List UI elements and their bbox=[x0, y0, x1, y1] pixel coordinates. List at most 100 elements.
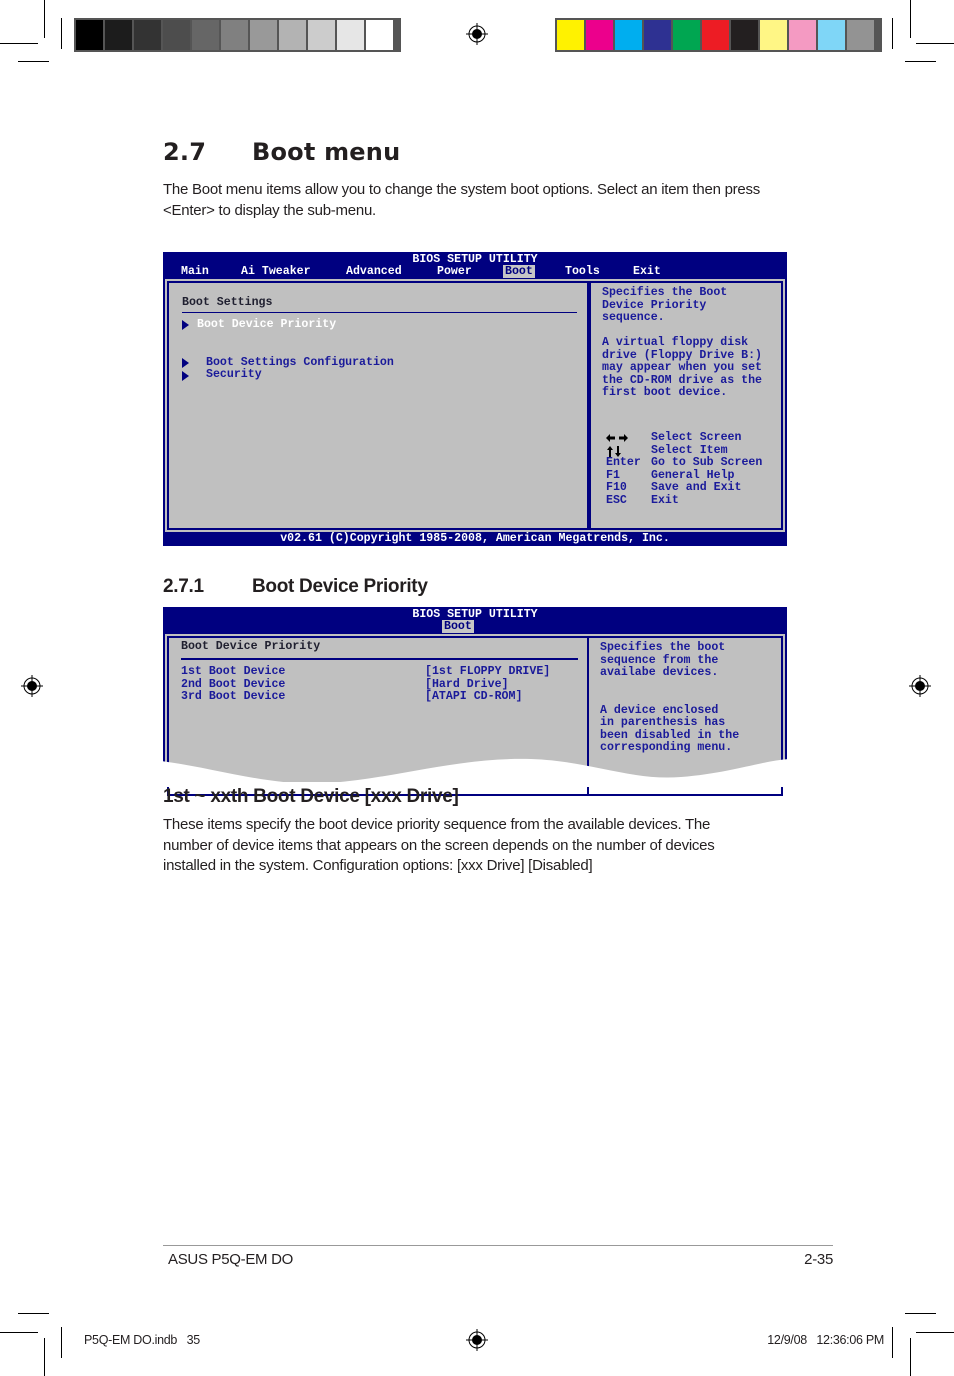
crop-mark bbox=[0, 43, 38, 44]
key-action-select-screen: Select Screen bbox=[651, 431, 742, 444]
footer-page-number: 2-35 bbox=[804, 1251, 833, 1268]
bios-menu-boot[interactable]: Boot bbox=[503, 265, 535, 278]
key-label-esc: ESC bbox=[606, 493, 627, 507]
bios-copyright-bar: v02.61 (C)Copyright 1985-2008, American … bbox=[163, 532, 787, 546]
boot-device-value-1st[interactable]: [1st FLOPPY DRIVE] bbox=[425, 665, 550, 679]
section-number: 2.7 bbox=[163, 138, 207, 166]
crop-mark bbox=[44, 1338, 45, 1376]
bios-menu-power[interactable]: Power bbox=[437, 265, 472, 278]
gray-swatch bbox=[221, 20, 248, 50]
crop-mark bbox=[0, 1332, 38, 1333]
bios-menu-boot[interactable]: Boot bbox=[442, 620, 474, 633]
footer-product: ASUS P5Q-EM DO bbox=[168, 1251, 293, 1268]
color-swatch bbox=[818, 20, 845, 50]
registration-mark-icon bbox=[466, 23, 488, 45]
section-intro: The Boot menu items allow you to change … bbox=[163, 181, 761, 219]
crop-mark bbox=[61, 1327, 62, 1358]
crop-mark bbox=[18, 1313, 49, 1314]
bios-group-heading: Boot Device Priority bbox=[181, 640, 321, 653]
bios-item-boot-device-priority[interactable]: Boot Device Priority bbox=[197, 318, 336, 332]
color-swatch bbox=[731, 20, 758, 50]
bios-menu-bar: Boot bbox=[163, 620, 787, 633]
registration-mark-icon bbox=[466, 1329, 488, 1351]
crop-mark bbox=[905, 61, 936, 62]
bios-menu-tools[interactable]: Tools bbox=[565, 265, 600, 278]
key-action-go-to-sub-screen: Go to Sub Screen bbox=[651, 456, 763, 469]
subsection-title: 2.7.1 Boot Device Priority bbox=[163, 576, 428, 598]
cmyk-color-bar bbox=[555, 18, 882, 52]
item-body: These items specify the boot device prio… bbox=[163, 816, 715, 874]
boot-device-label-1st[interactable]: 1st Boot Device bbox=[181, 665, 285, 679]
color-swatch bbox=[615, 20, 642, 50]
gray-swatch bbox=[366, 20, 393, 50]
gray-swatch bbox=[337, 20, 364, 50]
key-label-enter: Enter bbox=[606, 456, 641, 469]
crop-mark bbox=[892, 1327, 893, 1358]
slug-timestamp: 12/9/08 12:36:06 PM bbox=[767, 1333, 884, 1347]
bios-divider bbox=[181, 658, 578, 660]
color-swatch bbox=[847, 20, 874, 50]
bios-menu-main[interactable]: Main bbox=[181, 265, 209, 278]
crop-mark bbox=[18, 61, 49, 62]
color-swatch bbox=[644, 20, 671, 50]
submenu-arrow-icon bbox=[182, 371, 189, 381]
help-line: first boot device. bbox=[602, 386, 728, 399]
gray-swatch bbox=[308, 20, 335, 50]
section-title-text: Boot menu bbox=[252, 138, 401, 166]
bios-menu-exit[interactable]: Exit bbox=[633, 265, 661, 278]
gray-swatch bbox=[105, 20, 132, 50]
bios-menu-bar: Main Ai Tweaker Advanced Power Boot Tool… bbox=[163, 265, 787, 278]
crop-mark bbox=[916, 43, 954, 44]
bios-divider bbox=[182, 312, 577, 313]
registration-mark-icon bbox=[21, 675, 43, 697]
bios-item-security[interactable]: Security bbox=[206, 368, 262, 382]
color-swatch bbox=[789, 20, 816, 50]
bios-boot-device-priority-screen: BIOS SETUP UTILITY Boot Boot Device Prio… bbox=[161, 607, 789, 796]
crop-mark bbox=[892, 18, 893, 49]
crop-mark bbox=[916, 1332, 954, 1333]
color-swatch bbox=[586, 20, 613, 50]
gray-swatch bbox=[250, 20, 277, 50]
submenu-arrow-icon bbox=[182, 358, 189, 368]
help-line: may appear when you set bbox=[602, 361, 763, 374]
crop-mark bbox=[61, 18, 62, 49]
bios-menu-ai-tweaker[interactable]: Ai Tweaker bbox=[241, 265, 311, 278]
help-line: Specifies the Boot bbox=[602, 286, 728, 299]
help-line: Specifies the boot bbox=[600, 641, 726, 654]
item-title: 1st ~ xxth Boot Device [xxx Drive] bbox=[163, 786, 459, 807]
boot-device-label-3rd[interactable]: 3rd Boot Device bbox=[181, 690, 285, 704]
submenu-arrow-icon bbox=[182, 320, 189, 330]
help-line: availabe devices. bbox=[600, 666, 719, 679]
gray-swatch bbox=[134, 20, 161, 50]
gray-swatch bbox=[192, 20, 219, 50]
subsection-title-text: Boot Device Priority bbox=[252, 576, 428, 597]
crop-mark bbox=[910, 0, 911, 38]
torn-edge bbox=[161, 758, 789, 787]
section-title: 2.7 Boot menu bbox=[163, 138, 400, 166]
bios-body: Boot Settings Boot Device Priority Boot … bbox=[165, 279, 785, 532]
bios-boot-screen: BIOS SETUP UTILITY Main Ai Tweaker Advan… bbox=[163, 252, 787, 546]
left-right-arrows-icon bbox=[606, 434, 628, 442]
grayscale-color-bar bbox=[74, 18, 401, 52]
help-line: in parenthesis has bbox=[600, 716, 726, 729]
subsection-number: 2.7.1 bbox=[163, 576, 204, 597]
key-action-exit: Exit bbox=[651, 493, 679, 507]
gray-swatch bbox=[76, 20, 103, 50]
gray-swatch bbox=[163, 20, 190, 50]
crop-mark bbox=[44, 0, 45, 38]
help-line: A virtual floppy disk bbox=[602, 336, 749, 349]
slug-filename: P5Q-EM DO.indb 35 bbox=[84, 1333, 200, 1347]
help-line: sequence. bbox=[602, 311, 665, 324]
color-swatch bbox=[702, 20, 729, 50]
key-action-save-and-exit: Save and Exit bbox=[651, 481, 742, 494]
color-swatch bbox=[673, 20, 700, 50]
gray-swatch bbox=[279, 20, 306, 50]
boot-device-value-3rd[interactable]: [ATAPI CD-ROM] bbox=[425, 690, 522, 704]
footer-rule bbox=[163, 1245, 833, 1246]
bios-group-heading: Boot Settings bbox=[182, 296, 273, 309]
color-swatch bbox=[760, 20, 787, 50]
key-label-f10: F10 bbox=[606, 481, 627, 494]
crop-mark bbox=[910, 1338, 911, 1376]
bios-menu-advanced[interactable]: Advanced bbox=[346, 265, 402, 278]
color-swatch bbox=[557, 20, 584, 50]
